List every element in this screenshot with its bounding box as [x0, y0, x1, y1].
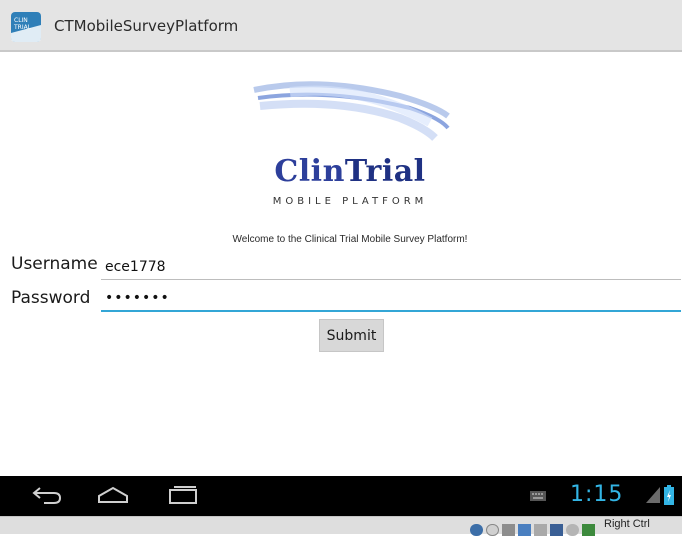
system-nav-bar: 1:15: [0, 476, 682, 516]
welcome-message: Welcome to the Clinical Trial Mobile Sur…: [232, 234, 468, 245]
host-status-icons: [470, 519, 598, 538]
back-icon[interactable]: [30, 484, 64, 506]
logo-swoosh-graphic: [253, 81, 450, 141]
app-icon-text: CLIN: [14, 17, 28, 24]
home-icon[interactable]: [96, 484, 130, 506]
signal-icon: [646, 487, 660, 503]
host-status-bar: Right Ctrl: [0, 516, 682, 536]
action-bar: CLIN TRIAL CTMobileSurveyPlatform: [0, 0, 682, 52]
logo-brand-clin: Clin: [274, 154, 345, 189]
keyboard-icon: [530, 491, 546, 501]
username-label: Username: [11, 254, 98, 274]
recent-apps-icon[interactable]: [166, 484, 200, 506]
password-label: Password: [11, 288, 91, 308]
clock: 1:15: [570, 482, 624, 507]
svg-text:TRIAL: TRIAL: [13, 24, 32, 31]
logo-tagline: MOBILE PLATFORM: [272, 196, 428, 207]
password-field[interactable]: [101, 286, 681, 312]
logo-brand-trial: Trial: [344, 154, 426, 189]
clintrial-logo: ClinTrial MOBILE PLATFORM: [250, 78, 450, 210]
username-field[interactable]: [101, 254, 681, 280]
app-title: CTMobileSurveyPlatform: [54, 17, 239, 35]
battery-icon: [664, 485, 674, 505]
app-icon[interactable]: CLIN TRIAL: [10, 11, 42, 43]
logo-brand: ClinTrial: [250, 154, 450, 189]
submit-button[interactable]: Submit: [319, 319, 384, 352]
host-key-label: Right Ctrl: [604, 518, 650, 530]
